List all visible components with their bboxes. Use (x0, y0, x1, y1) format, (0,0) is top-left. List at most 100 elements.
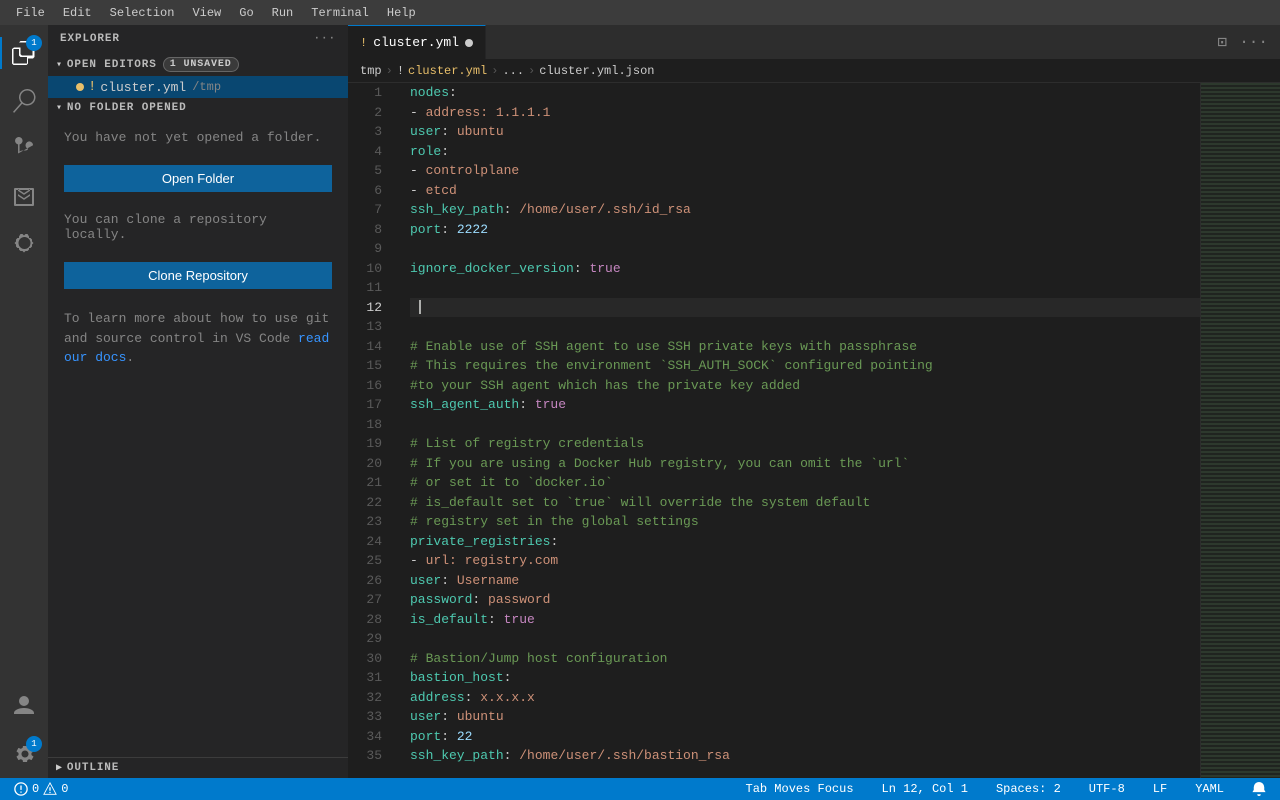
editor-content: 1234567891011121314151617181920212223242… (348, 83, 1280, 778)
line-number-3: 3 (348, 122, 390, 142)
minimap[interactable] (1200, 83, 1280, 778)
encoding-status[interactable]: UTF-8 (1083, 782, 1131, 796)
line-number-29: 29 (348, 629, 390, 649)
line-number-6: 6 (348, 181, 390, 201)
status-errors-warnings[interactable]: 0 0 (8, 782, 74, 796)
menu-view[interactable]: View (184, 4, 229, 22)
run-debug-icon[interactable] (0, 173, 48, 221)
source-control-icon[interactable] (0, 125, 48, 173)
breadcrumb: tmp › ! cluster.yml › ... › cluster.yml.… (348, 60, 1280, 83)
editor-area: ! cluster.yml ⊡ ··· tmp › ! cluster.yml … (348, 25, 1280, 778)
clone-repository-button[interactable]: Clone Repository (64, 262, 332, 289)
line-number-35: 35 (348, 746, 390, 766)
line-ending-status[interactable]: LF (1147, 782, 1173, 796)
line-number-33: 33 (348, 707, 390, 727)
menu-help[interactable]: Help (379, 4, 424, 22)
outline-header[interactable]: ▶ OUTLINE (48, 758, 348, 778)
language-status[interactable]: YAML (1189, 782, 1230, 796)
code-line-32: address: x.x.x.x (410, 688, 1200, 708)
code-line-35: ssh_key_path: /home/user/.ssh/bastion_rs… (410, 746, 1200, 766)
menu-selection[interactable]: Selection (102, 4, 183, 22)
status-left: 0 0 (8, 782, 74, 796)
spaces-status[interactable]: Spaces: 2 (990, 782, 1067, 796)
code-line-34: port: 22 (410, 727, 1200, 747)
code-line-16: #to your SSH agent which has the private… (410, 376, 1200, 396)
breadcrumb-tmp[interactable]: tmp (360, 64, 382, 78)
code-line-3: user: ubuntu (410, 122, 1200, 142)
open-editors-chevron: ▾ (56, 59, 63, 71)
line-number-24: 24 (348, 532, 390, 552)
outline-section: ▶ OUTLINE (48, 757, 348, 778)
menu-file[interactable]: File (8, 4, 53, 22)
open-file-item[interactable]: ! cluster.yml /tmp (48, 76, 348, 98)
code-line-31: bastion_host: (410, 668, 1200, 688)
activity-bar: 1 (0, 25, 48, 778)
breadcrumb-ellipsis[interactable]: ... (502, 64, 524, 78)
code-line-9 (410, 239, 1200, 259)
no-folder-message: You have not yet opened a folder. (48, 118, 348, 157)
tab-moves-focus-status[interactable]: Tab Moves Focus (740, 782, 860, 796)
menu-run[interactable]: Run (264, 4, 302, 22)
code-line-17: ssh_agent_auth: true (410, 395, 1200, 415)
unsaved-badge: 1 UNSAVED (163, 57, 239, 72)
line-number-22: 22 (348, 493, 390, 513)
error-count: 0 (32, 782, 39, 796)
search-icon[interactable] (0, 77, 48, 125)
line-number-13: 13 (348, 317, 390, 337)
code-line-1: nodes: (410, 83, 1200, 103)
code-line-29 (410, 629, 1200, 649)
status-right: Tab Moves Focus Ln 12, Col 1 Spaces: 2 U… (740, 782, 1273, 796)
more-actions-button[interactable]: ··· (1235, 31, 1272, 53)
line-number-11: 11 (348, 278, 390, 298)
code-line-8: port: 2222 (410, 220, 1200, 240)
line-number-32: 32 (348, 688, 390, 708)
sidebar: EXPLORER ··· ▾ OPEN EDITORS 1 UNSAVED ! … (48, 25, 348, 778)
line-number-27: 27 (348, 590, 390, 610)
notifications-status[interactable] (1246, 782, 1272, 796)
explorer-icon[interactable]: 1 (0, 29, 48, 77)
code-area[interactable]: nodes: - address: 1.1.1.1 user: ubuntu r… (398, 83, 1200, 778)
editor-tab-cluster-yml[interactable]: ! cluster.yml (348, 25, 486, 59)
line-number-14: 14 (348, 337, 390, 357)
open-folder-button[interactable]: Open Folder (64, 165, 332, 192)
menu-bar: File Edit Selection View Go Run Terminal… (0, 0, 1280, 25)
breadcrumb-filename[interactable]: cluster.yml (408, 64, 487, 78)
line-number-7: 7 (348, 200, 390, 220)
code-line-33: user: ubuntu (410, 707, 1200, 727)
code-line-13 (410, 317, 1200, 337)
line-number-31: 31 (348, 668, 390, 688)
breadcrumb-sep-2: › (491, 64, 498, 78)
code-line-14: # Enable use of SSH agent to use SSH pri… (410, 337, 1200, 357)
open-editors-section[interactable]: ▾ OPEN EDITORS 1 UNSAVED (48, 53, 348, 76)
line-number-15: 15 (348, 356, 390, 376)
no-folder-section[interactable]: ▾ NO FOLDER OPENED (48, 98, 348, 118)
explorer-badge: 1 (26, 35, 42, 51)
split-editor-button[interactable]: ⊡ (1214, 30, 1232, 54)
code-line-5: - controlplane (410, 161, 1200, 181)
extensions-icon[interactable] (0, 221, 48, 269)
yaml-icon: ! (88, 79, 96, 95)
breadcrumb-sep-1: › (386, 64, 393, 78)
git-info-text: To learn more about how to use git and s… (48, 297, 348, 380)
code-line-30: # Bastion/Jump host configuration (410, 649, 1200, 669)
account-icon[interactable] (0, 682, 48, 730)
line-number-18: 18 (348, 415, 390, 435)
menu-terminal[interactable]: Terminal (303, 4, 377, 22)
breadcrumb-json[interactable]: cluster.yml.json (539, 64, 654, 78)
cursor-position-status[interactable]: Ln 12, Col 1 (876, 782, 974, 796)
breadcrumb-sep-3: › (528, 64, 535, 78)
settings-icon[interactable]: 1 (0, 730, 48, 778)
warning-count: 0 (61, 782, 68, 796)
tab-actions: ⊡ ··· (1206, 25, 1280, 59)
code-line-11 (410, 278, 1200, 298)
line-number-19: 19 (348, 434, 390, 454)
line-number-21: 21 (348, 473, 390, 493)
sidebar-actions: ··· (314, 33, 336, 45)
menu-edit[interactable]: Edit (55, 4, 100, 22)
code-line-21: # or set it to `docker.io` (410, 473, 1200, 493)
sidebar-more-icon[interactable]: ··· (314, 33, 336, 45)
tab-modified-dot (465, 39, 473, 47)
menu-go[interactable]: Go (231, 4, 261, 22)
code-line-7: ssh_key_path: /home/user/.ssh/id_rsa (410, 200, 1200, 220)
code-line-10: ignore_docker_version: true (410, 259, 1200, 279)
